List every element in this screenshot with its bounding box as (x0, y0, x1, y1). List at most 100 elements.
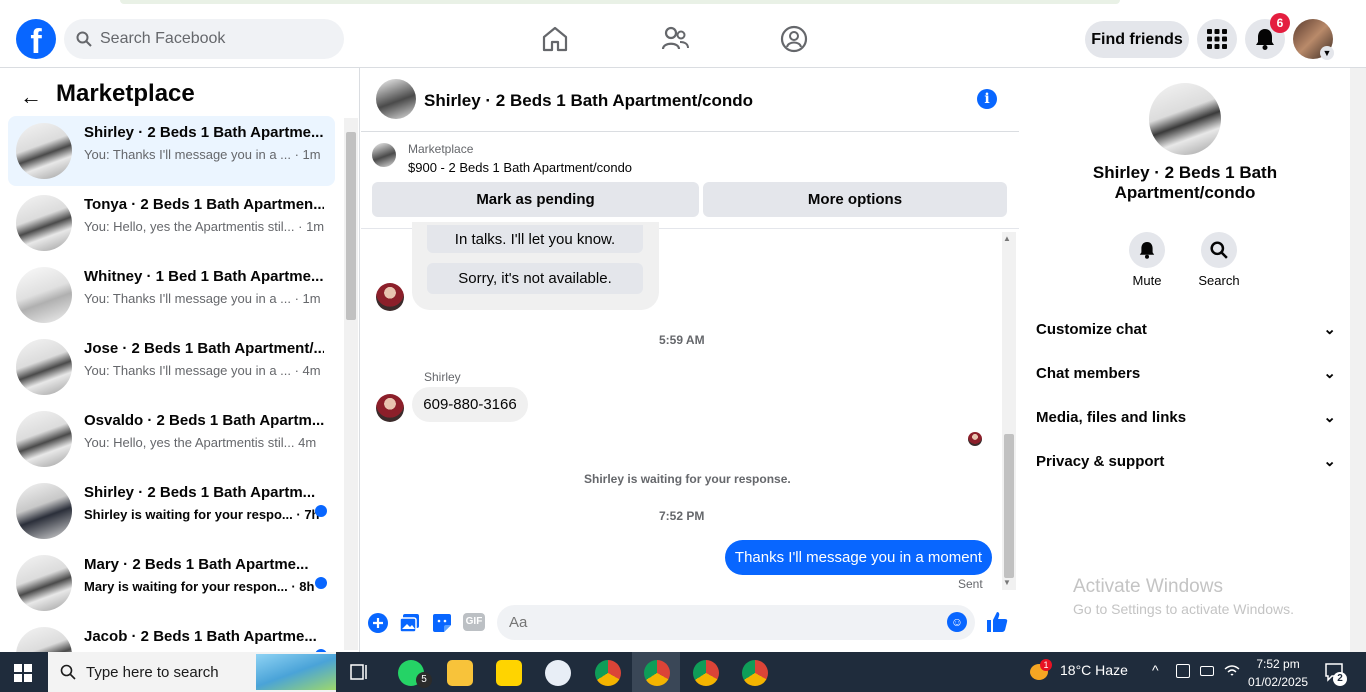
task-view-icon[interactable] (350, 662, 370, 682)
sticky-notes-icon[interactable] (496, 660, 522, 686)
listing-thumbnail (16, 195, 72, 251)
message-input[interactable] (497, 605, 975, 640)
chrome-icon[interactable] (595, 660, 621, 686)
conversation-preview: You: Hello, yes the Apartmentis stil... … (84, 435, 317, 450)
marketplace-label: Marketplace (408, 142, 474, 156)
message-timestamp: 7:52 PM (659, 509, 705, 523)
menu-button[interactable] (1197, 19, 1237, 59)
details-title: Shirley · 2 Beds 1 Bath Apartment/condo (1092, 163, 1278, 202)
file-explorer-icon[interactable] (447, 660, 473, 686)
scroll-down-arrow-icon[interactable]: ▼ (1003, 578, 1011, 587)
page-scrollbar[interactable] (1350, 68, 1366, 652)
weather-badge: 1 (1040, 659, 1052, 671)
sender-avatar[interactable] (376, 394, 404, 422)
sender-name: Shirley (424, 370, 461, 384)
search-in-chat-button[interactable] (1201, 232, 1237, 268)
groups-icon[interactable] (779, 24, 809, 54)
find-friends-button[interactable]: Find friends (1085, 21, 1189, 58)
gif-icon[interactable]: GIF (463, 613, 485, 631)
listing-thumbnail (16, 627, 72, 652)
system-clock[interactable]: 7:52 pm 01/02/2025 (1248, 655, 1308, 691)
conversation-details-panel (1020, 68, 1350, 652)
bell-icon (1139, 242, 1155, 259)
facebook-logo-icon[interactable]: f (16, 19, 56, 59)
conversation-title: Jose · 2 Beds 1 Bath Apartment/... (84, 340, 324, 357)
activate-windows-subtitle: Go to Settings to activate Windows. (1073, 601, 1294, 617)
facebook-search-field[interactable]: Search Facebook (64, 19, 344, 59)
thumbs-up-icon[interactable] (985, 610, 1009, 634)
mark-pending-button[interactable]: Mark as pending (372, 182, 699, 217)
listing-price-title[interactable]: $900 - 2 Beds 1 Bath Apartment/condo (408, 160, 632, 175)
notification-count-badge: 6 (1270, 13, 1290, 33)
more-options-button[interactable]: More options (703, 182, 1007, 217)
chrome-icon[interactable] (644, 660, 670, 686)
emoji-icon[interactable]: ☺ (947, 612, 967, 632)
search-icon (1210, 241, 1228, 259)
privacy-support-row[interactable]: Privacy & support ⌄ (1036, 452, 1336, 471)
unread-dot (315, 577, 327, 589)
chevron-down-icon[interactable]: ▼ (1320, 46, 1334, 60)
conversation-item[interactable]: Mary · 2 Beds 1 Bath Apartme... Mary is … (8, 548, 335, 618)
friends-icon[interactable] (660, 24, 690, 54)
back-arrow-icon[interactable]: ← (20, 84, 42, 110)
conversation-preview: You: Thanks I'll message you in a ... · … (84, 291, 321, 306)
search-placeholder: Search Facebook (100, 30, 226, 47)
weather-text[interactable]: 18°C Haze (1060, 662, 1128, 678)
section-label: Privacy & support (1036, 452, 1165, 470)
listing-small-thumbnail (372, 143, 396, 167)
conversation-preview: You: Thanks I'll message you in a ... · … (84, 363, 321, 378)
conversation-title: Mary · 2 Beds 1 Bath Apartme... (84, 556, 309, 573)
browser-strip (120, 0, 1120, 4)
incoming-message[interactable]: 609-880-3166 (412, 387, 528, 422)
chrome-icon[interactable] (693, 660, 719, 686)
conversation-item[interactable]: Whitney · 1 Bed 1 Bath Apartme... You: T… (8, 260, 335, 330)
chevron-down-icon: ⌄ (1323, 409, 1336, 426)
chat-title[interactable]: Shirley · 2 Beds 1 Bath Apartment/condo (424, 91, 753, 111)
wifi-icon[interactable] (1224, 664, 1240, 678)
sticker-icon[interactable] (431, 612, 453, 634)
info-icon[interactable]: i (977, 89, 997, 109)
section-label: Chat members (1036, 364, 1141, 382)
conversation-item[interactable]: Tonya · 2 Beds 1 Bath Apartmen... You: H… (8, 188, 335, 258)
conversation-title: Whitney · 1 Bed 1 Bath Apartme... (84, 268, 324, 285)
chevron-up-icon[interactable]: ^ (1152, 662, 1159, 678)
quick-reply-button[interactable]: Sorry, it's not available. (427, 263, 643, 294)
battery-icon[interactable] (1200, 666, 1214, 676)
chat-members-row[interactable]: Chat members ⌄ (1036, 364, 1336, 383)
sender-avatar[interactable] (376, 283, 404, 311)
mute-label: Mute (1132, 273, 1162, 288)
conversation-preview: Shirley is waiting for your respo... · 7… (84, 507, 320, 522)
home-icon[interactable] (540, 24, 570, 54)
conversation-title: Shirley · 2 Beds 1 Bath Apartm... (84, 484, 316, 501)
listing-large-thumbnail[interactable] (1149, 83, 1221, 155)
conversation-item[interactable]: Jose · 2 Beds 1 Bath Apartment/... You: … (8, 332, 335, 402)
listing-thumbnail (16, 339, 72, 395)
conversation-item[interactable]: Osvaldo · 2 Beds 1 Bath Apartm... You: H… (8, 404, 335, 474)
message-timestamp: 5:59 AM (659, 333, 705, 347)
windows-start-icon[interactable] (14, 664, 32, 682)
section-label: Customize chat (1036, 320, 1147, 338)
snipping-tool-icon[interactable] (545, 660, 571, 686)
conversation-item[interactable]: Shirley · 2 Beds 1 Bath Apartme... You: … (8, 116, 335, 186)
outgoing-message[interactable]: Thanks I'll message you in a moment (725, 540, 992, 575)
sidebar-scrollbar-thumb[interactable] (346, 132, 356, 320)
quick-reply-button[interactable]: In talks. I'll let you know. (427, 225, 643, 253)
mute-button[interactable] (1129, 232, 1165, 268)
conversation-title: Osvaldo · 2 Beds 1 Bath Apartm... (84, 412, 324, 429)
photo-icon[interactable] (399, 612, 421, 634)
chrome-icon[interactable] (742, 660, 768, 686)
chat-listing-thumbnail[interactable] (376, 79, 416, 119)
scroll-up-arrow-icon[interactable]: ▲ (1003, 234, 1011, 243)
conversation-title: Jacob · 2 Beds 1 Bath Apartme... (84, 628, 317, 645)
bell-icon (1256, 29, 1274, 50)
network-status-icon[interactable] (1176, 664, 1190, 678)
conversation-preview: Mary is waiting for your respon... · 8h (84, 579, 315, 594)
clock-date: 01/02/2025 (1248, 675, 1309, 689)
chat-scrollbar-thumb[interactable] (1004, 434, 1014, 578)
conversation-item[interactable]: Shirley · 2 Beds 1 Bath Apartm... Shirle… (8, 476, 335, 546)
media-files-links-row[interactable]: Media, files and links ⌄ (1036, 408, 1336, 427)
chevron-down-icon: ⌄ (1323, 453, 1336, 470)
plus-circle-icon[interactable] (367, 612, 389, 634)
customize-chat-row[interactable]: Customize chat ⌄ (1036, 320, 1336, 339)
conversation-item[interactable]: Jacob · 2 Beds 1 Bath Apartme... (8, 620, 335, 652)
